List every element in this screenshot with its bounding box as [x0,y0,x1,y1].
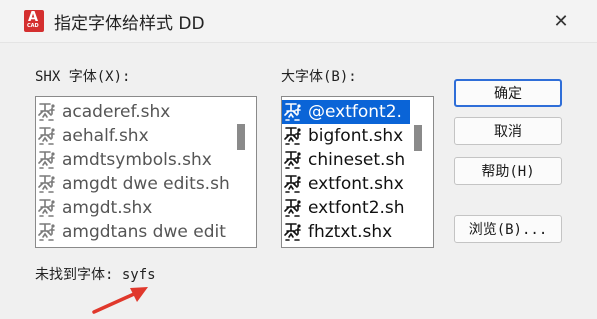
shx-font-item-label: amdtsymbols.shx [62,150,212,170]
big-font-icon [282,173,304,195]
shx-font-icon [36,125,58,147]
big-font-icon [282,197,304,219]
close-button[interactable]: ✕ [546,8,576,34]
help-button[interactable]: 帮助(H) [454,157,562,185]
shx-font-icon [36,197,58,219]
shx-font-icon [36,149,58,171]
missing-font-value: syfs [121,267,156,283]
cancel-button[interactable]: 取消 [454,117,562,145]
shx-font-item[interactable]: amgdt.shx [36,196,234,220]
app-icon-caption: CAD [27,23,39,29]
shx-font-label: SHX 字体(X): [35,69,131,85]
shx-font-item-label: acaderef.shx [62,102,171,122]
shx-font-item[interactable]: aehalf.shx [36,124,234,148]
big-font-icon [282,149,304,171]
shx-font-icon [36,101,58,123]
annotation-arrow-icon [92,287,148,314]
big-font-icon [282,125,304,147]
shx-font-list[interactable]: acaderef.shx aehalf.shx amdtsymbols.shx … [35,96,257,248]
big-font-item[interactable]: fhztxt.shx [282,220,410,244]
big-font-item-selected[interactable]: @extfont2. [282,100,410,124]
big-font-item-label: chineset.sh [308,150,406,170]
big-font-item[interactable]: bigfont.shx [282,124,410,148]
shx-font-item[interactable]: acaderef.shx [36,100,234,124]
dialog-title: 指定字体给样式 DD [54,14,205,34]
shx-font-item-label: amgdt dwe edits.sh [62,174,230,194]
big-font-item[interactable]: extfont2.sh [282,196,410,220]
shx-font-item-label: amgdt.shx [62,198,153,218]
autocad-app-icon: A CAD [24,10,44,32]
missing-font-notice: 未找到字体: syfs [35,264,156,284]
big-font-item[interactable]: chineset.sh [282,148,410,172]
shx-font-icon [36,173,58,195]
browse-button[interactable]: 浏览(B)... [454,215,562,243]
title-bar: A CAD 指定字体给样式 DD ✕ [0,0,597,43]
missing-font-label: 未找到字体: [35,267,114,283]
big-font-item-label: bigfont.shx [308,126,404,146]
shx-font-item-label: aehalf.shx [62,126,149,146]
big-font-item-label: extfont2.sh [308,198,405,218]
big-font-list[interactable]: @extfont2. bigfont.shx chineset.sh extfo… [281,96,434,248]
shx-font-item-label: amgdtans dwe edit [62,222,226,242]
big-font-item-label: @extfont2. [308,102,402,122]
shx-font-icon [36,221,58,243]
big-font-icon [282,221,304,243]
shx-font-item[interactable]: amdtsymbols.shx [36,148,234,172]
big-font-item[interactable]: extfont.shx [282,172,410,196]
shx-list-scrollbar-thumb[interactable] [237,124,245,150]
big-font-label: 大字体(B): [281,69,357,85]
shx-font-item[interactable]: amgdt dwe edits.sh [36,172,234,196]
shx-font-item[interactable]: amgdtans dwe edit [36,220,234,244]
big-font-icon [282,101,304,123]
big-font-item-label: fhztxt.shx [308,222,393,242]
big-list-scrollbar-thumb[interactable] [414,125,422,151]
close-icon: ✕ [553,10,569,32]
big-font-item-label: extfont.shx [308,174,404,194]
ok-button[interactable]: 确定 [454,79,562,107]
